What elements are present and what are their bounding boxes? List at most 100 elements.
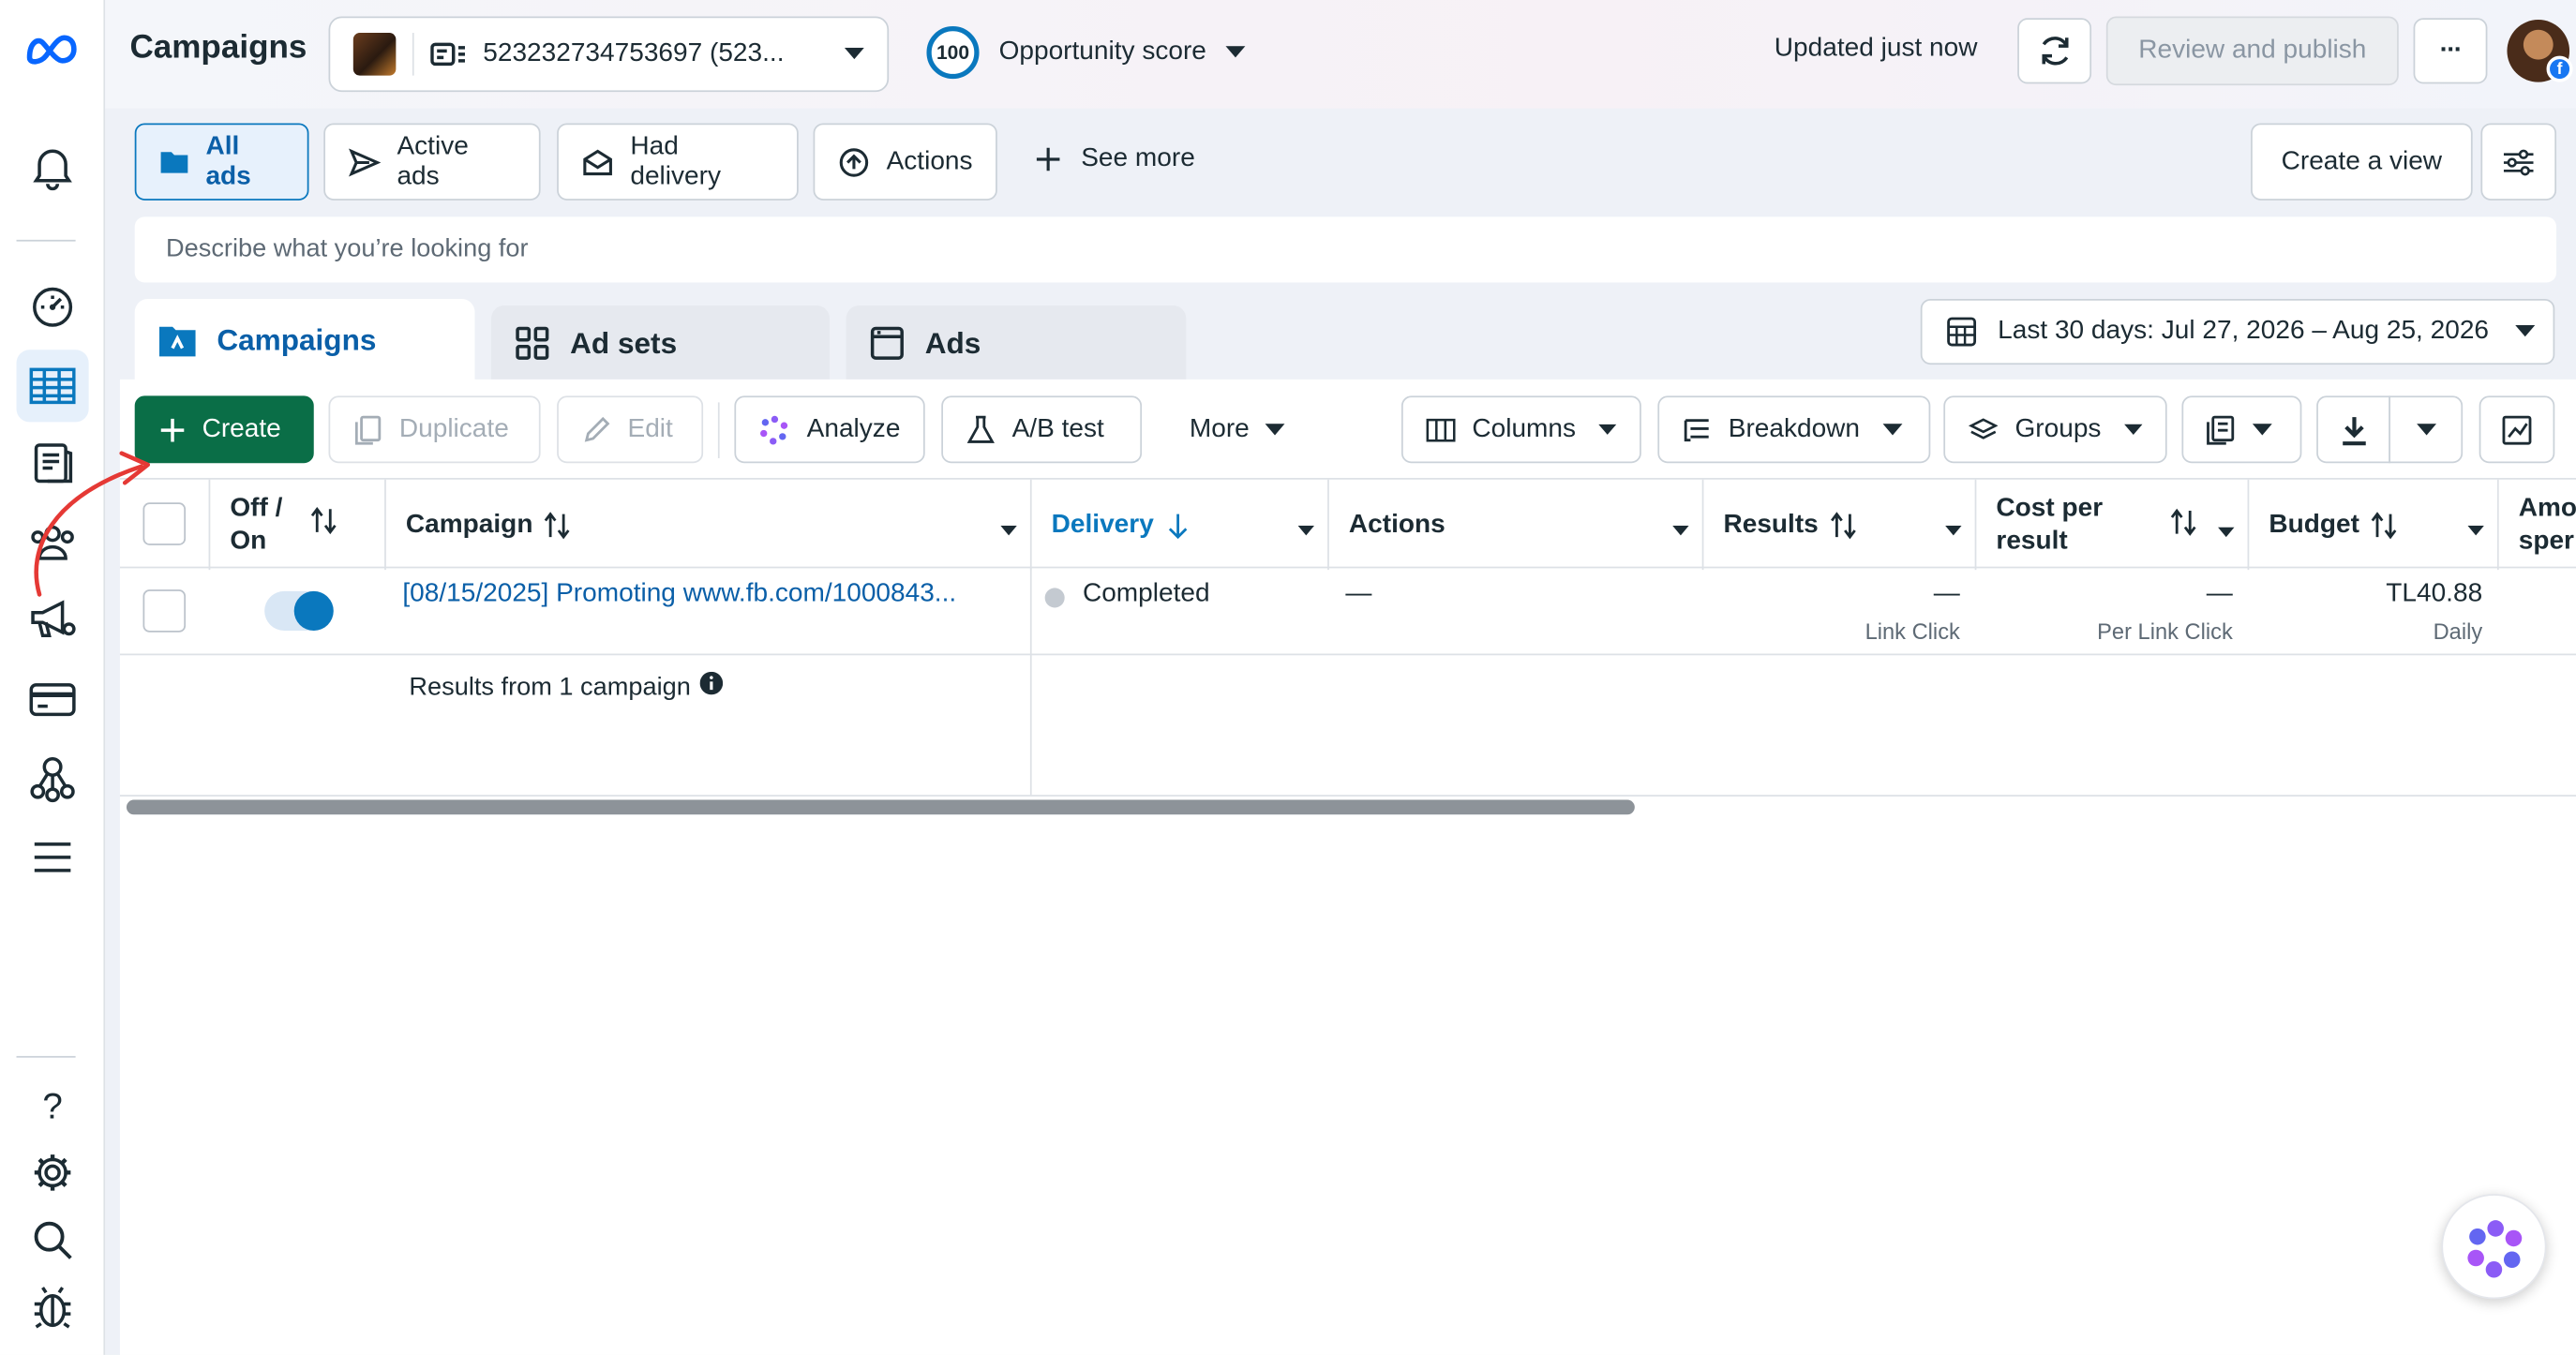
sort-icon [2369, 510, 2399, 540]
column-menu-caret-icon[interactable] [2467, 515, 2484, 545]
column-budget[interactable]: Budget [2249, 479, 2499, 571]
ads-manager-root: ? Campaigns 523232734753697 (523... 100 … [0, 0, 2576, 1355]
search-icon[interactable] [17, 1204, 89, 1276]
column-actions[interactable]: Actions [1329, 479, 1704, 571]
network-icon[interactable] [17, 742, 89, 814]
cost-value: — [2206, 579, 2233, 608]
horizontal-scrollbar[interactable] [126, 799, 1635, 815]
table-icon[interactable] [16, 350, 89, 423]
sort-icon [1828, 510, 1858, 540]
ad-account-selector[interactable]: 523232734753697 (523... [328, 16, 890, 93]
more-options-button[interactable]: ··· [2413, 18, 2488, 84]
column-budget-label: Budget [2269, 510, 2359, 538]
billing-card-icon[interactable] [17, 663, 89, 736]
column-cost-label-2: result [1996, 526, 2068, 555]
column-campaign-label: Campaign [405, 510, 533, 538]
more-dropdown[interactable]: More [1164, 395, 1313, 464]
analyze-label: Analyze [806, 414, 901, 443]
info-icon[interactable] [700, 671, 724, 703]
chevron-down-icon [2416, 423, 2436, 435]
opportunity-score[interactable]: 100 Opportunity score [926, 26, 1246, 80]
filter-all-ads[interactable]: All ads [134, 123, 309, 201]
column-off-on-label-2: On [230, 526, 267, 555]
results-sub: Link Click [1865, 618, 1960, 645]
column-campaign[interactable]: Campaign [386, 479, 1032, 571]
filter-active-ads[interactable]: Active ads [323, 123, 541, 201]
table-row[interactable]: [08/15/2025] Promoting www.fb.com/100084… [119, 568, 2576, 656]
left-nav-rail: ? [0, 0, 106, 1355]
results-summary: Results from 1 campaign [409, 671, 724, 703]
column-delivery[interactable]: Delivery [1032, 479, 1329, 571]
filter-had-delivery[interactable]: Had delivery [557, 123, 799, 201]
tab-ads[interactable]: Ads [846, 305, 1187, 381]
sparkle-icon [760, 414, 788, 444]
edit-button[interactable]: Edit [557, 395, 704, 464]
chevron-down-icon [1882, 423, 1903, 435]
bell-icon[interactable] [17, 131, 89, 203]
column-cost-per-result[interactable]: Cost per result [1976, 479, 2250, 571]
see-more-filters[interactable]: See more [1035, 144, 1195, 174]
chevron-down-icon [1598, 423, 1617, 435]
groups-label: Groups [2014, 414, 2102, 443]
ad-account-label: 523232734753697 (523... [483, 39, 785, 67]
column-menu-caret-icon[interactable] [1000, 515, 1017, 545]
chevron-down-icon [1266, 423, 1286, 435]
pencil-icon [584, 416, 610, 441]
sparkle-flower-icon [2467, 1220, 2523, 1278]
results-value: — [1933, 579, 1960, 608]
date-range-picker[interactable]: Last 30 days: Jul 27, 2026 – Aug 25, 202… [1920, 298, 2555, 365]
plus-icon [160, 418, 185, 441]
column-menu-caret-icon[interactable] [1672, 515, 1689, 545]
filter-label: All ads [205, 132, 251, 190]
export-button[interactable] [2316, 395, 2391, 464]
settings-icon[interactable] [17, 1137, 89, 1209]
ab-test-button[interactable]: A/B test [941, 395, 1143, 464]
more-label: More [1189, 414, 1250, 443]
column-results[interactable]: Results [1703, 479, 1977, 571]
analyze-button[interactable]: Analyze [734, 395, 925, 464]
review-and-publish-button[interactable]: Review and publish [2105, 16, 2399, 86]
column-menu-caret-icon[interactable] [1297, 515, 1315, 545]
duplicate-label: Duplicate [398, 414, 509, 443]
help-icon[interactable]: ? [17, 1071, 89, 1143]
meta-logo-icon[interactable] [17, 13, 89, 85]
columns-icon [1426, 417, 1456, 441]
duplicate-button[interactable]: Duplicate [328, 395, 541, 464]
tab-label: Campaigns [217, 322, 377, 356]
column-menu-caret-icon[interactable] [2218, 515, 2235, 548]
grid-icon [516, 326, 549, 360]
tab-ad-sets[interactable]: Ad sets [491, 305, 831, 381]
reports-dropdown[interactable] [2181, 395, 2302, 464]
toolbar-divider [717, 402, 720, 458]
ai-assistant-button[interactable] [2441, 1194, 2547, 1300]
gauge-icon[interactable] [17, 271, 89, 343]
upload-circle-icon [839, 147, 869, 176]
chevron-down-icon [2123, 423, 2143, 435]
top-bar: Campaigns 523232734753697 (523... 100 Op… [105, 0, 2576, 109]
tab-campaigns[interactable]: Campaigns [134, 298, 475, 381]
column-amount-spent[interactable]: Amo sper [2499, 480, 2576, 570]
campaign-toggle[interactable] [264, 590, 334, 631]
filter-actions[interactable]: Actions [813, 123, 997, 201]
chevron-down-icon [1225, 46, 1246, 59]
menu-icon[interactable] [17, 821, 89, 893]
report-copy-icon [2207, 414, 2235, 444]
filter-settings-button[interactable] [2480, 123, 2557, 201]
export-options-dropdown[interactable] [2389, 395, 2464, 464]
actions-value: — [1345, 579, 1372, 608]
breakdown-dropdown[interactable]: Breakdown [1657, 395, 1931, 464]
ad-account-icon [430, 39, 467, 69]
layers-icon [1968, 417, 1999, 439]
groups-dropdown[interactable]: Groups [1943, 395, 2167, 464]
refresh-button[interactable] [2017, 18, 2092, 84]
campaign-name-link[interactable]: [08/15/2025] Promoting www.fb.com/100084… [402, 580, 1010, 610]
charts-button[interactable] [2479, 395, 2555, 464]
column-cost-label-1: Cost per [1996, 493, 2104, 522]
bug-icon[interactable] [17, 1272, 89, 1344]
create-a-view-button[interactable]: Create a view [2251, 123, 2473, 201]
column-menu-caret-icon[interactable] [1945, 515, 1962, 545]
columns-dropdown[interactable]: Columns [1400, 395, 1641, 464]
search-input[interactable]: Describe what you’re looking for [134, 216, 2557, 283]
column-off-on[interactable]: Off / On [210, 479, 386, 571]
filter-label: Had delivery [630, 132, 722, 190]
